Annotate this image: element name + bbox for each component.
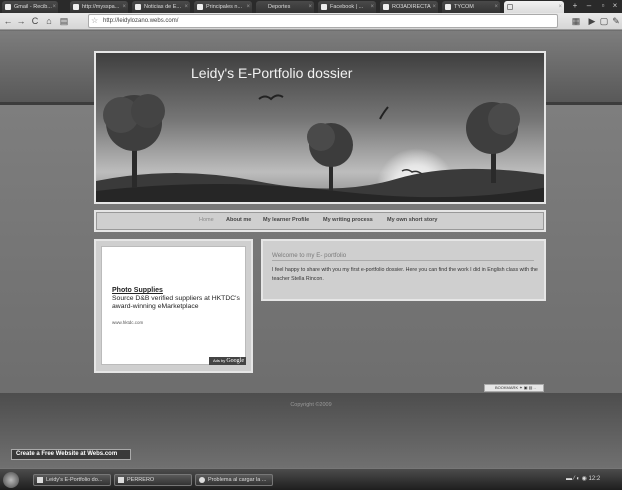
tab-label: http://mysspa... <box>82 4 120 10</box>
nav-home[interactable]: Home <box>199 217 214 223</box>
address-bar[interactable]: ☆ http://leidylozano.webs.com/ <box>88 14 558 28</box>
nav-writing-process[interactable]: My writing process <box>323 217 373 223</box>
site-title: Leidy's E-Portfolio dossier <box>191 65 353 81</box>
ads-by-google[interactable]: Ads by Google <box>209 357 246 365</box>
heading-divider <box>272 260 534 261</box>
browser-tab-bar: Gmail - Recib... × http://mysspa... × Noti… <box>0 0 622 13</box>
play-icon[interactable]: ▶ <box>586 15 598 27</box>
page-icon <box>507 4 513 10</box>
google-logo-text: Google <box>226 358 244 364</box>
tab-current[interactable]: × <box>504 1 564 13</box>
close-tab-icon[interactable]: × <box>246 1 250 13</box>
ad-sidebar: Photo Supplies Source D&B verified suppl… <box>94 239 253 373</box>
nav-about-me[interactable]: About me <box>226 217 251 223</box>
close-tab-icon[interactable]: × <box>558 1 562 13</box>
google-ad[interactable]: Photo Supplies Source D&B verified suppl… <box>101 246 246 365</box>
close-tab-icon[interactable]: × <box>370 1 374 13</box>
close-tab-icon[interactable]: × <box>494 1 498 13</box>
tab-facebook[interactable]: Facebook | ... × <box>318 1 376 13</box>
back-icon[interactable]: ← <box>2 15 14 27</box>
nav-short-story[interactable]: My own short story <box>387 217 437 223</box>
webpage: Leidy's E-Portfolio dossier Home About m… <box>0 31 622 468</box>
clock[interactable]: 12:2 <box>589 476 601 482</box>
share-icons: ✦ ▣ ▤ .. <box>519 385 536 390</box>
tab-label: Gmail - Recib... <box>14 4 52 10</box>
page-icon <box>259 4 265 10</box>
taskbar-label: PERRERO <box>127 477 155 483</box>
bookmark-button[interactable]: BOOKMARK ✦ ▣ ▤ .. <box>484 384 544 392</box>
ad-link[interactable]: Photo Supplies <box>112 287 163 294</box>
close-tab-icon[interactable]: × <box>432 1 436 13</box>
content-body: I feel happy to share with you my first … <box>272 267 538 282</box>
page-icon <box>383 4 389 10</box>
tab-label: TYCOM <box>454 4 474 10</box>
tab-tycom[interactable]: TYCOM × <box>442 1 500 13</box>
close-tab-icon[interactable]: × <box>122 1 126 13</box>
close-tab-icon[interactable]: × <box>184 1 188 13</box>
close-window-icon[interactable]: × <box>608 1 622 11</box>
page-icon <box>135 4 141 10</box>
main-content: Welcome to my E- portfolio I feel happy … <box>261 239 546 301</box>
new-tab-icon[interactable]: + <box>568 1 582 11</box>
tab-label: RO3ADIRECTA <box>392 4 431 10</box>
tycom-icon <box>445 4 451 10</box>
home-icon[interactable]: ⌂ <box>43 15 55 27</box>
tab-label: Noticias de E... <box>144 4 181 10</box>
tab-gmail[interactable]: Gmail - Recib... × <box>2 1 58 13</box>
tab-principales[interactable]: Principales n... × <box>194 1 252 13</box>
create-website-button[interactable]: Create a Free Website at Webs.com <box>11 449 131 460</box>
tab-label: Facebook | ... <box>330 4 364 10</box>
taskbar-label: Problema al cargar la ... <box>208 477 267 483</box>
tab-label: Principales n... <box>206 4 243 10</box>
close-tab-icon[interactable]: × <box>52 1 56 13</box>
bookmark-star-icon[interactable]: ☆ <box>91 15 98 27</box>
tab-deportes[interactable]: Deportes × <box>256 1 314 13</box>
nav-learner-profile[interactable]: My learner Profile <box>263 217 309 223</box>
forward-icon[interactable]: → <box>15 15 27 27</box>
extension-icon[interactable]: ▦ <box>570 15 582 27</box>
tab-label: Deportes <box>268 4 291 10</box>
page-icon[interactable]: ▢ <box>598 15 610 27</box>
reload-icon[interactable]: C <box>29 15 41 27</box>
facebook-icon <box>321 4 327 10</box>
tab-myspace[interactable]: http://mysspa... × <box>70 1 128 13</box>
url-text: http://leidylozano.webs.com/ <box>103 18 179 24</box>
ad-url[interactable]: www.hktdc.com <box>112 320 143 325</box>
page-icon <box>73 4 79 10</box>
warning-icon <box>199 477 205 483</box>
ads-by-label: Ads by <box>212 358 226 363</box>
page-menu-icon[interactable]: ▤ <box>58 15 70 27</box>
bookmark-label: BOOKMARK <box>495 385 519 390</box>
os-taskbar: Leidy's E-Portfolio do... PERRERO Proble… <box>0 468 622 490</box>
page-icon <box>197 4 203 10</box>
tab-rojadirecta[interactable]: RO3ADIRECTA × <box>380 1 438 13</box>
ad-text: Source D&B verified suppliers at HKTDC's… <box>112 295 240 310</box>
taskbar-item-error[interactable]: Problema al cargar la ... <box>195 474 273 486</box>
copyright: Copyright ©2009 <box>290 402 332 408</box>
tab-noticias[interactable]: Noticias de E... × <box>132 1 190 13</box>
site-nav: Home About me My learner Profile My writ… <box>94 210 546 232</box>
gmail-icon <box>5 4 11 10</box>
wrench-icon[interactable]: ✎ <box>610 15 622 27</box>
taskbar-item-browser[interactable]: Leidy's E-Portfolio do... <box>33 474 111 486</box>
tray-icons[interactable]: ▬ ⁄ ◐ ◉ <box>566 476 589 482</box>
folder-icon <box>118 477 124 483</box>
minimize-icon[interactable]: – <box>582 1 596 11</box>
taskbar-item-folder[interactable]: PERRERO <box>114 474 192 486</box>
browser-icon <box>37 477 43 483</box>
close-tab-icon[interactable]: × <box>308 1 312 13</box>
content-heading: Welcome to my E- portfolio <box>272 252 347 259</box>
taskbar-label: Leidy's E-Portfolio do... <box>46 477 103 483</box>
start-button[interactable] <box>3 472 19 488</box>
header-banner: Leidy's E-Portfolio dossier <box>94 51 546 204</box>
system-tray: ▬ ⁄ ◐ ◉ 12:2 <box>566 475 600 482</box>
